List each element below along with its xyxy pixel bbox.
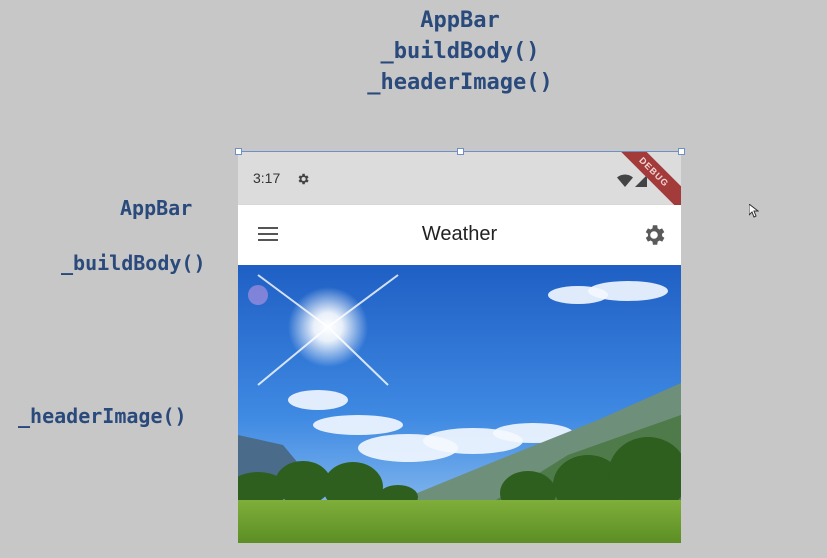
- resize-handle-top-center[interactable]: [457, 148, 464, 155]
- side-label-header-image: _headerImage(): [18, 404, 187, 428]
- status-time: 3:17: [253, 170, 281, 186]
- side-label-appbar: AppBar: [120, 196, 193, 220]
- top-label-appbar: AppBar: [420, 8, 500, 33]
- status-gear-icon: [296, 171, 310, 190]
- phone-preview: 3:17 DEBUG Weather: [238, 151, 681, 543]
- app-bar-title: Weather: [421, 223, 498, 245]
- side-label-build-body: _buildBody(): [61, 251, 206, 275]
- top-label-header-image: _headerImage(): [367, 70, 553, 95]
- resize-handle-top-right[interactable]: [678, 148, 685, 155]
- app-bar: Weather: [238, 205, 681, 265]
- settings-icon[interactable]: [641, 222, 667, 252]
- header-landscape-image: [238, 265, 681, 543]
- resize-handle-top-left[interactable]: [235, 148, 242, 155]
- top-label-build-body: _buildBody(): [380, 39, 540, 64]
- wifi-icon: [617, 172, 633, 191]
- status-bar: 3:17 DEBUG: [238, 151, 681, 218]
- mouse-cursor-icon: [748, 202, 760, 222]
